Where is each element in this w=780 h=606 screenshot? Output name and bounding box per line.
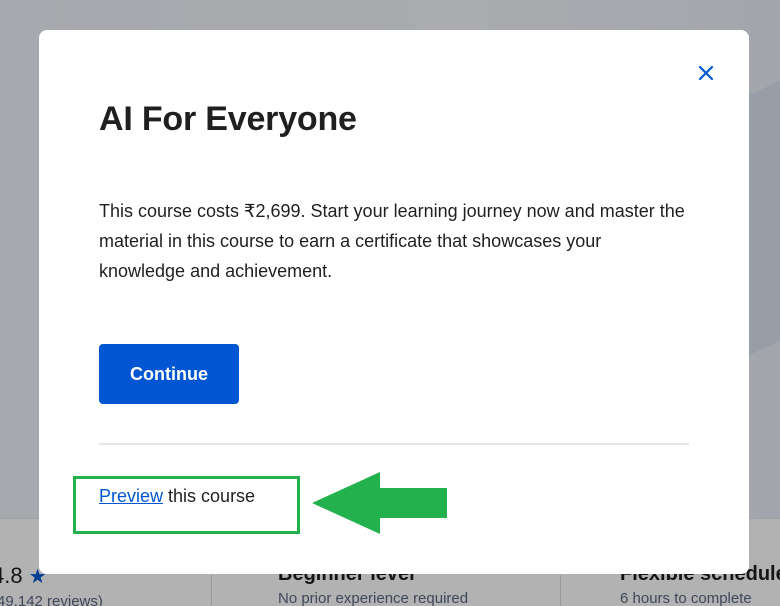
continue-button[interactable]: Continue [99,344,239,404]
close-button[interactable] [691,58,721,88]
modal-title: AI For Everyone [99,100,357,138]
annotation-highlight-box [73,476,300,534]
modal-description: This course costs ₹2,699. Start your lea… [99,201,685,281]
close-icon [698,65,714,81]
annotation-arrow-icon [312,472,447,534]
modal-divider [99,443,689,445]
